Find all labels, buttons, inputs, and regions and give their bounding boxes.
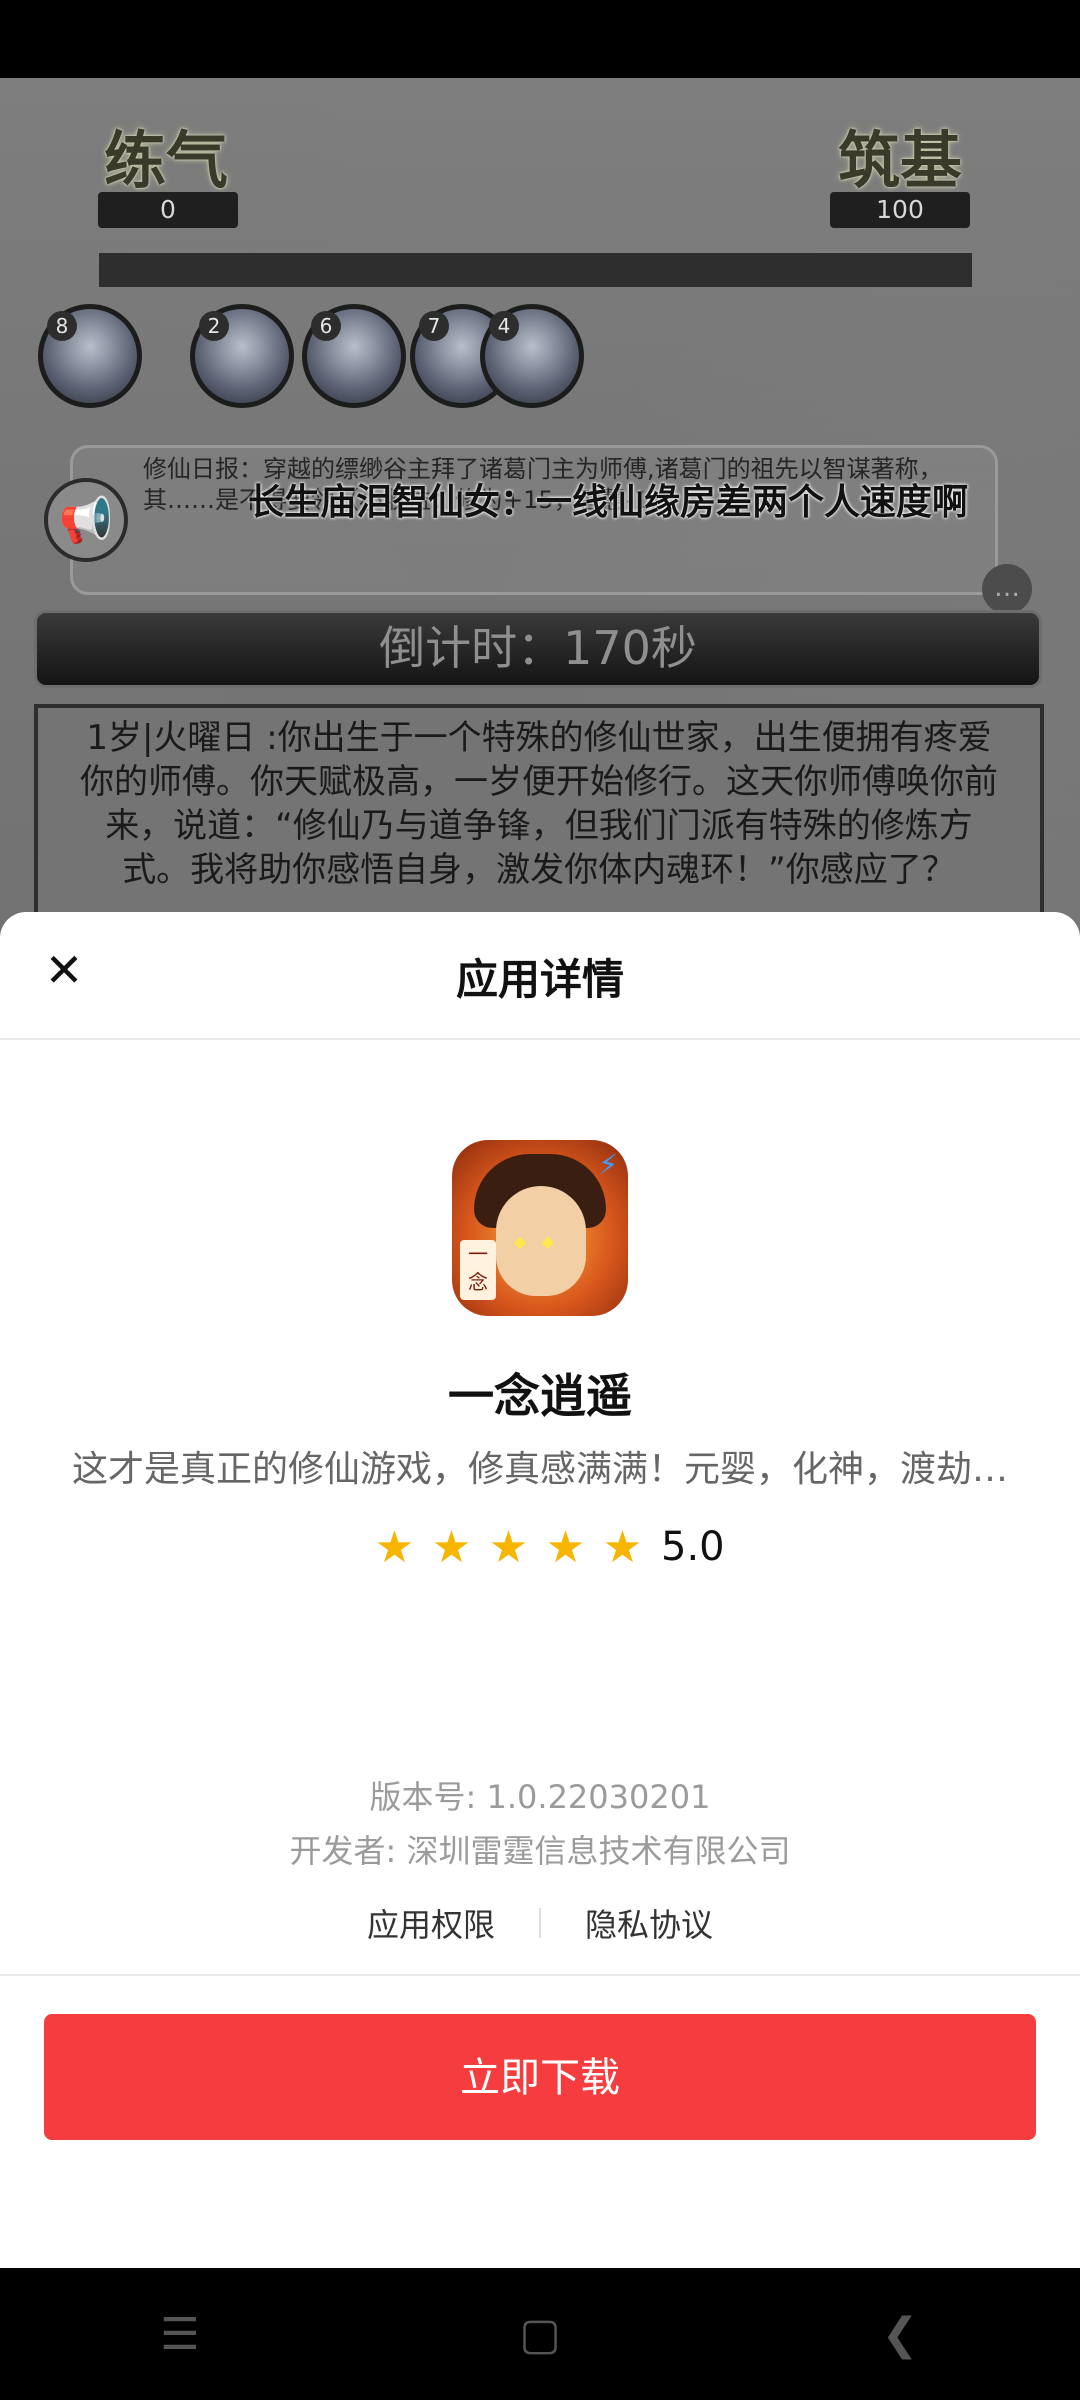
divider: [0, 1974, 1080, 1976]
app-details-sheet: ✕ 应用详情 ◆ ◆ 一念 ⚡ 一念逍遥 这才是真正的修仙游戏，修真感满满！元婴…: [0, 912, 1080, 2268]
star-icon: ★: [602, 1521, 643, 1573]
app-developer: 开发者: 深圳雷霆信息技术有限公司: [289, 1832, 791, 1870]
back-icon[interactable]: ❮: [840, 2309, 960, 2360]
privacy-link[interactable]: 隐私协议: [585, 1900, 713, 1946]
home-icon[interactable]: ▢: [480, 2309, 600, 2360]
realm-right-value: 100: [830, 192, 970, 228]
realm-left-value: 0: [98, 192, 238, 228]
sheet-header: ✕ 应用详情: [0, 912, 1080, 1040]
app-name: 一念逍遥: [448, 1369, 632, 1423]
danmaku-message: 长生庙泪智仙女：一线仙缘房差两个人速度啊: [248, 482, 969, 523]
star-icon: ★: [431, 1521, 472, 1573]
party-avatar[interactable]: 4: [480, 304, 584, 408]
app-version: 版本号: 1.0.22030201: [369, 1778, 711, 1816]
rating-value: 5.0: [661, 1524, 725, 1570]
menu-icon[interactable]: ☰: [120, 2309, 240, 2360]
chat-icon[interactable]: …: [982, 564, 1032, 614]
party-avatar[interactable]: 6: [302, 304, 406, 408]
system-nav-bar: ☰ ▢ ❮: [0, 2268, 1080, 2400]
megaphone-icon[interactable]: 📢: [44, 478, 128, 562]
app-description: 这才是真正的修仙游戏，修真感满满！元婴，化神，渡劫…: [71, 1449, 1008, 1490]
realm-left-label: 练气: [104, 124, 229, 197]
star-icon: ★: [488, 1521, 529, 1573]
cultivation-progress-bar: [99, 253, 972, 287]
realm-right-label: 筑基: [838, 124, 963, 197]
party-avatar[interactable]: 8: [38, 304, 142, 408]
link-divider: [539, 1908, 541, 1938]
app-rating: ★ ★ ★ ★ ★ 5.0: [366, 1512, 725, 1582]
star-icon: ★: [374, 1521, 415, 1573]
app-links: 应用权限 隐私协议: [0, 1900, 1080, 1946]
sheet-title: 应用详情: [455, 955, 624, 1004]
party-avatar[interactable]: 2: [190, 304, 294, 408]
countdown-timer: 倒计时：170秒: [34, 610, 1042, 688]
download-button[interactable]: 立即下载: [44, 2014, 1036, 2140]
lightning-icon: ⚡: [598, 1148, 618, 1181]
app-icon: ◆ ◆ 一念 ⚡: [452, 1140, 628, 1316]
permissions-link[interactable]: 应用权限: [367, 1900, 495, 1946]
star-icon: ★: [545, 1521, 586, 1573]
